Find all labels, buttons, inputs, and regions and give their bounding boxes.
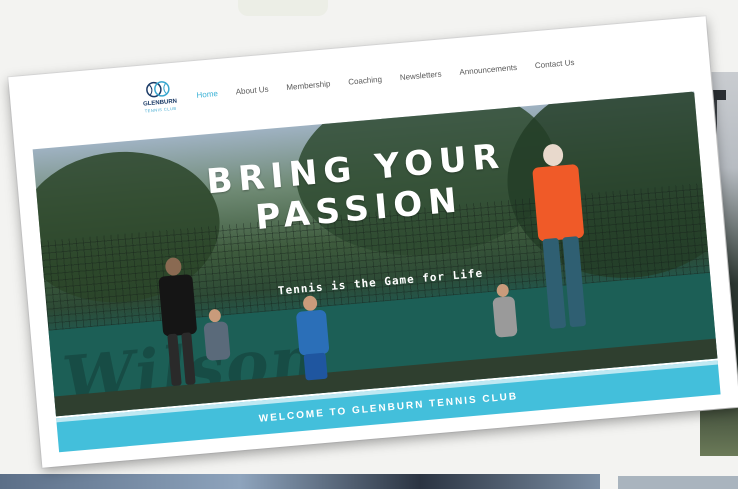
hero-image: Wilson BRING YOUR [32,91,718,417]
nav-announcements[interactable]: Announcements [459,63,517,77]
background-photo-top [238,0,328,16]
club-logo[interactable]: GLENBURN TENNIS CLUB [133,78,186,122]
nav-newsletters[interactable]: Newsletters [399,69,441,82]
main-nav: Home About Us Membership Coaching Newsle… [196,58,575,100]
background-photo-bottom-right [618,476,738,489]
website-printout: GLENBURN TENNIS CLUB Home About Us Membe… [8,16,738,468]
nav-coaching[interactable]: Coaching [348,75,382,87]
nav-membership[interactable]: Membership [286,79,331,92]
background-photo-bottom-left [0,474,600,489]
nav-contact-us[interactable]: Contact Us [535,58,575,70]
nav-about-us[interactable]: About Us [235,85,269,97]
tennis-ball-logo-icon [146,81,170,98]
nav-home[interactable]: Home [196,89,218,100]
